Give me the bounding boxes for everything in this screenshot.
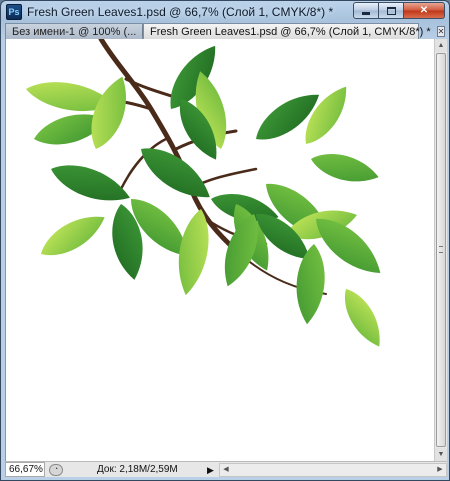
- status-menu-arrow-icon[interactable]: ▶: [207, 463, 217, 477]
- title-bar[interactable]: Ps Fresh Green Leaves1.psd @ 66,7% (Слой…: [1, 1, 449, 23]
- scroll-grip-icon: [439, 246, 443, 253]
- window-controls: ✕: [353, 2, 445, 19]
- tab-fresh-green-leaves[interactable]: Fresh Green Leaves1.psd @ 66,7% (Слой 1,…: [143, 23, 446, 39]
- photoshop-app-icon[interactable]: Ps: [6, 4, 22, 20]
- maximize-button[interactable]: [378, 2, 404, 19]
- window-title: Fresh Green Leaves1.psd @ 66,7% (Слой 1,…: [27, 5, 334, 19]
- tab-untitled-1[interactable]: Без имени-1 @ 100% (... ✕: [5, 23, 152, 39]
- close-button[interactable]: ✕: [403, 2, 445, 19]
- zoom-level-field[interactable]: 66,67%: [5, 462, 45, 477]
- document-size-info: Док: 2,18M/2,59M: [97, 464, 178, 475]
- scroll-right-icon[interactable]: ▶: [434, 464, 446, 476]
- vertical-scroll-thumb[interactable]: [436, 53, 446, 447]
- minimize-icon: [362, 12, 370, 15]
- document-tabs: Без имени-1 @ 100% (... ✕ Fresh Green Le…: [5, 23, 447, 39]
- leaves-artwork: [23, 39, 390, 353]
- document-window: Ps Fresh Green Leaves1.psd @ 66,7% (Слой…: [0, 0, 450, 481]
- close-icon: ✕: [419, 5, 429, 16]
- leaf-cluster: [23, 39, 390, 353]
- tab-close-icon[interactable]: ✕: [436, 26, 446, 37]
- maximize-icon: [386, 6, 396, 15]
- vertical-scrollbar[interactable]: ▲ ▼: [434, 39, 447, 461]
- scroll-up-icon[interactable]: ▲: [435, 39, 447, 52]
- document-canvas[interactable]: [5, 39, 434, 461]
- scroll-left-icon[interactable]: ◀: [220, 464, 232, 476]
- tab-label: Без имени-1 @ 100% (...: [12, 25, 137, 38]
- status-view-icon[interactable]: ◔: [49, 463, 63, 476]
- horizontal-scrollbar[interactable]: ◀ ▶: [219, 462, 447, 477]
- scroll-down-icon[interactable]: ▼: [435, 448, 447, 461]
- minimize-button[interactable]: [353, 2, 379, 19]
- tab-label: Fresh Green Leaves1.psd @ 66,7% (Слой 1,…: [150, 25, 431, 38]
- status-bar: 66,67% ◔ Док: 2,18M/2,59M ▶ ◀ ▶: [5, 461, 447, 477]
